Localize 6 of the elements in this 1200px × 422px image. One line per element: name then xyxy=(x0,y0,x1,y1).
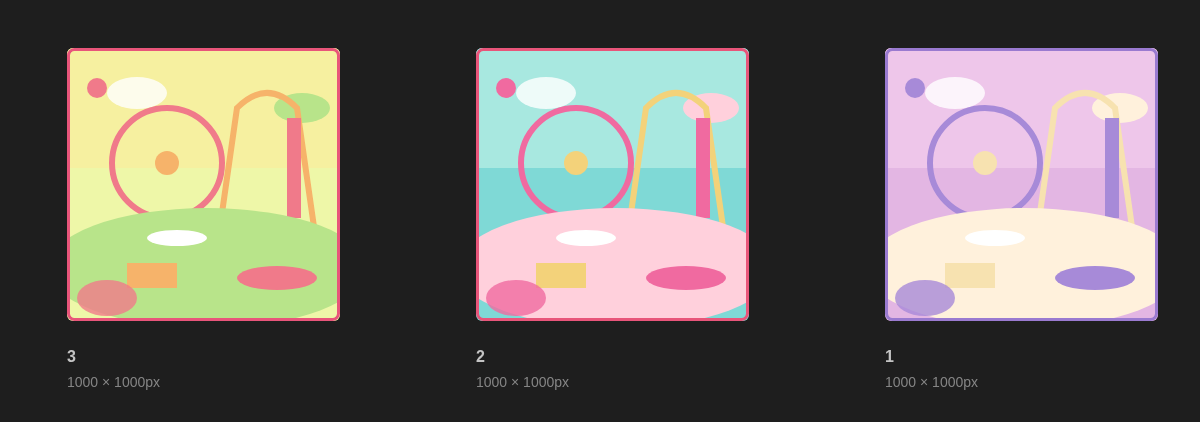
asset-size: 1000 × 1000px xyxy=(885,373,979,391)
asset-name: 3 xyxy=(67,347,76,367)
asset-size: 1000 × 1000px xyxy=(67,373,161,391)
asset-name: 2 xyxy=(476,347,485,367)
asset-name: 1 xyxy=(885,347,894,367)
asset-size: 1000 × 1000px xyxy=(476,373,570,391)
